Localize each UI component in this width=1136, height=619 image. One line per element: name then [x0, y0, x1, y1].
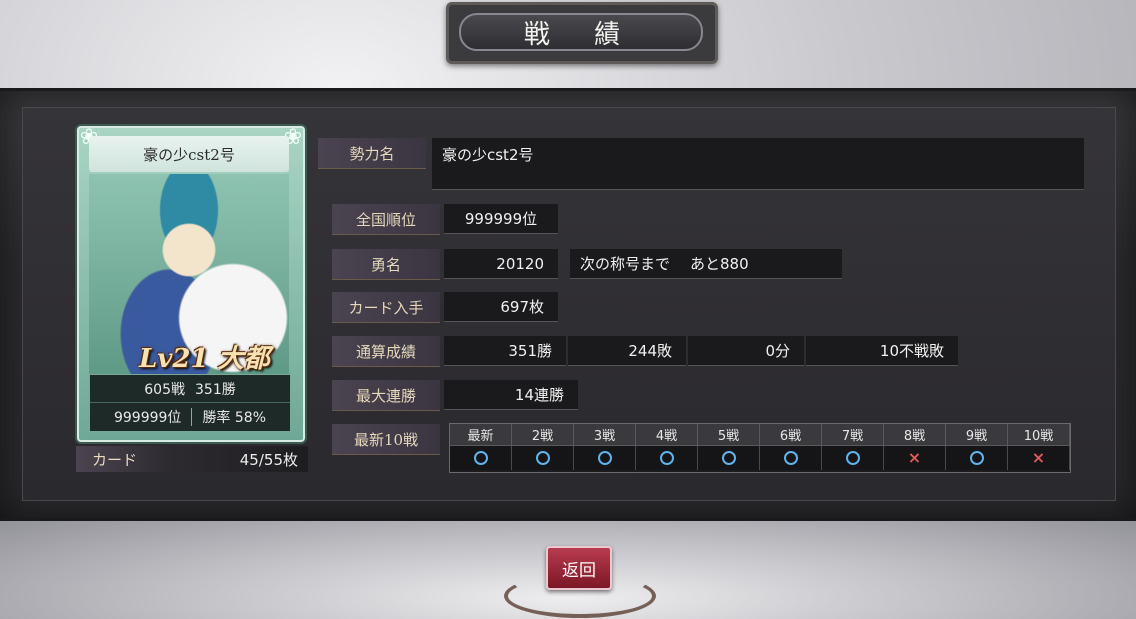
card-stats-row-record: 605戦 351勝	[90, 375, 290, 402]
card-count-value: 45/55枚	[239, 450, 298, 469]
national-rank-label: 全国順位	[332, 204, 440, 235]
win-circle-icon	[473, 451, 488, 465]
recent10-result-cell	[574, 446, 636, 470]
recent10-result-cell: ×	[884, 446, 946, 470]
cards-obtained-value: 697枚	[444, 292, 558, 322]
total-draws: 0分	[688, 336, 804, 366]
win-circle-icon	[721, 451, 736, 465]
win-circle-icon	[535, 451, 550, 465]
win-circle-icon	[597, 451, 612, 465]
recent10-result-cell: ×	[1008, 446, 1070, 470]
title-plate: 戦 績	[446, 2, 718, 64]
page-title: 戦 績	[459, 13, 703, 51]
recent10-result-cell	[698, 446, 760, 470]
card-count-label: カード	[92, 450, 138, 469]
win-circle-icon	[659, 451, 674, 465]
card-wins: 351勝	[195, 381, 236, 398]
fame-label: 勇名	[332, 249, 440, 280]
recent10-header: 10戦	[1008, 424, 1070, 446]
force-name-label: 勢力名	[318, 138, 426, 169]
fame-value: 20120	[444, 249, 558, 279]
win-circle-icon	[969, 451, 984, 465]
force-name-value: 豪の少cst2号	[432, 138, 1084, 190]
recent10-header: 7戦	[822, 424, 884, 446]
recent10-result-cell	[946, 446, 1008, 470]
win-circle-icon	[845, 451, 860, 465]
total-forfeit: 10不戦敗	[806, 336, 958, 366]
recent10-result-cell	[450, 446, 512, 470]
card-rank-badge: Lv21 大都督	[139, 344, 270, 411]
recent10-result-cell	[636, 446, 698, 470]
total-losses: 244敗	[568, 336, 686, 366]
recent10-header: 4戦	[636, 424, 698, 446]
recent10-header: 9戦	[946, 424, 1008, 446]
back-button[interactable]: 返回	[546, 546, 612, 590]
next-title-label: 次の称号まで	[580, 255, 671, 273]
card-rank: 999999位	[113, 409, 182, 426]
card-count-bar: カード 45/55枚	[76, 446, 308, 472]
next-title-value: あと880	[690, 255, 749, 273]
recent10-header: 8戦	[884, 424, 946, 446]
general-card[interactable]: ❀ ❀ 豪の少cst2号 Lv21 大都督 605戦 351勝 999999位 …	[77, 126, 305, 442]
recent10-label: 最新10戦	[332, 424, 440, 455]
cards-obtained-label: カード入手	[332, 292, 440, 323]
win-circle-icon	[783, 451, 798, 465]
loss-cross-icon: ×	[907, 448, 922, 467]
recent10-header: 最新	[450, 424, 512, 446]
total-record-label: 通算成績	[332, 336, 440, 367]
recent10-result-cell	[760, 446, 822, 470]
divider	[191, 407, 193, 426]
max-streak-value: 14連勝	[444, 380, 578, 410]
loss-cross-icon: ×	[1031, 448, 1046, 467]
recent10-result-cell	[822, 446, 884, 470]
recent10-header: 2戦	[512, 424, 574, 446]
card-win-rate: 勝率 58%	[202, 409, 267, 426]
national-rank-value: 999999位	[444, 204, 558, 234]
max-streak-label: 最大連勝	[332, 380, 440, 411]
card-stats-row-rank: 999999位 勝率 58%	[90, 402, 290, 430]
next-title-box: 次の称号まで あと880	[570, 249, 842, 279]
card-battles: 605戦	[144, 381, 185, 398]
recent10-header: 5戦	[698, 424, 760, 446]
recent10-grid: 最新 2戦 3戦 4戦 5戦 6戦 7戦 8戦 9戦 10戦 × ×	[449, 423, 1071, 473]
recent10-header: 3戦	[574, 424, 636, 446]
total-wins: 351勝	[444, 336, 566, 366]
recent10-result-cell	[512, 446, 574, 470]
recent10-header: 6戦	[760, 424, 822, 446]
card-stats: 605戦 351勝 999999位 勝率 58%	[89, 374, 291, 432]
card-name: 豪の少cst2号	[89, 136, 289, 172]
